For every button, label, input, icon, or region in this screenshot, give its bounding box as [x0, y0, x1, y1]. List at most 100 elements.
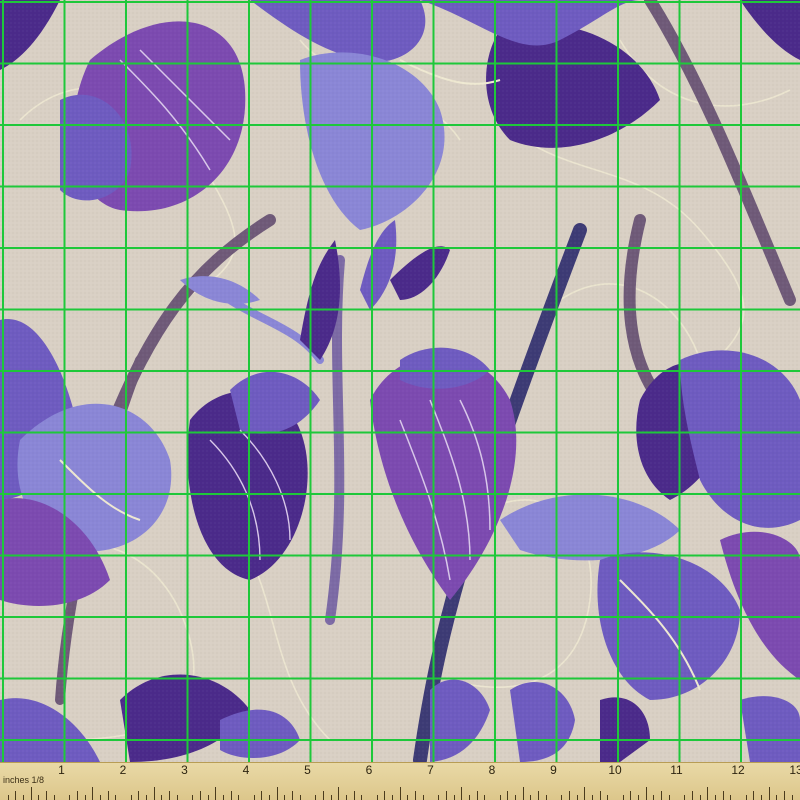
ruler-tick: [461, 787, 463, 800]
ruler-tick: [361, 795, 363, 800]
ruler-tick: [30, 787, 32, 800]
ruler-tick: [138, 791, 140, 800]
ruler-number: 2: [119, 763, 127, 777]
ruler-tick: [84, 795, 86, 800]
ruler-tick: [53, 795, 55, 800]
ruler-tick: [115, 795, 117, 800]
ruler-number: 4: [242, 763, 250, 777]
ruler-tick: [499, 795, 501, 800]
ruler-tick: [276, 787, 278, 800]
ruler-tick: [622, 795, 624, 800]
ruler-tick: [292, 791, 294, 800]
ruler-tick: [468, 795, 470, 800]
ruler-tick: [484, 795, 486, 800]
ruler-number: 13: [789, 763, 800, 777]
ruler-tick: [176, 795, 178, 800]
ruler-tick: [222, 795, 224, 800]
ruler-tick: [684, 795, 686, 800]
ruler-tick: [599, 791, 601, 800]
ruler-tick: [584, 787, 586, 800]
ruler-tick: [507, 791, 509, 800]
ruler-tick: [38, 795, 40, 800]
fabric-swatch-viewer: inches 1/8 1 2 3 4 5 6 7 8 9 10 11 12 13: [0, 0, 800, 800]
ruler-tick: [376, 795, 378, 800]
ruler-tick: [768, 787, 770, 800]
ruler-tick: [561, 795, 563, 800]
ruler-tick: [591, 795, 593, 800]
ruler-tick: [345, 795, 347, 800]
ruler-tick: [192, 795, 194, 800]
ruler-tick: [199, 791, 201, 800]
ruler-tick: [130, 795, 132, 800]
ruler-tick: [776, 795, 778, 800]
ruler-tick: [107, 791, 109, 800]
ruler-tick: [784, 791, 786, 800]
ruler-tick: [299, 795, 301, 800]
ruler-tick: [207, 795, 209, 800]
ruler-tick: [530, 795, 532, 800]
ruler-tick: [661, 791, 663, 800]
ruler-tick: [284, 795, 286, 800]
ruler-number: 7: [427, 763, 434, 777]
ruler-tick: [576, 795, 578, 800]
ruler-number: 5: [304, 763, 311, 777]
ruler-tick: [653, 795, 655, 800]
ruler-tick: [153, 787, 155, 800]
ruler-tick: [791, 795, 793, 800]
ruler-unit-label: inches 1/8: [3, 775, 45, 785]
ruler-tick: [515, 795, 517, 800]
ruler-tick: [46, 791, 48, 800]
ruler-tick: [476, 791, 478, 800]
ruler-tick: [422, 795, 424, 800]
ruler-number: 10: [608, 763, 622, 777]
ruler-tick: [638, 795, 640, 800]
ruler-tick: [7, 795, 9, 800]
ruler-tick: [407, 795, 409, 800]
ruler-tick: [161, 795, 163, 800]
ruler-tick: [745, 795, 747, 800]
ruler-tick: [607, 795, 609, 800]
ruler-tick: [384, 791, 386, 800]
ruler-tick: [315, 795, 317, 800]
ruler-tick: [522, 787, 524, 800]
ruler-number: 9: [550, 763, 557, 777]
ruler-tick: [545, 795, 547, 800]
ruler-tick: [630, 791, 632, 800]
ruler-tick: [330, 795, 332, 800]
ruler-tick: [399, 787, 401, 800]
ruler-tick: [76, 791, 78, 800]
ruler-tick: [714, 795, 716, 800]
inch-ruler: inches 1/8 1 2 3 4 5 6 7 8 9 10 11 12 13: [0, 762, 800, 800]
ruler-tick: [353, 791, 355, 800]
ruler-tick: [146, 795, 148, 800]
ruler-number: 3: [181, 763, 188, 777]
ruler-tick: [722, 791, 724, 800]
ruler-tick: [761, 795, 763, 800]
ruler-tick: [238, 795, 240, 800]
ruler-tick: [69, 795, 71, 800]
ruler-tick: [453, 795, 455, 800]
ruler-tick: [707, 787, 709, 800]
ruler-tick: [230, 791, 232, 800]
ruler-tick: [668, 795, 670, 800]
ruler-tick: [338, 787, 340, 800]
ruler-tick: [253, 795, 255, 800]
ruler-tick: [438, 795, 440, 800]
ruler-tick: [392, 795, 394, 800]
iris-fabric-pattern: [0, 0, 800, 762]
ruler-tick: [568, 791, 570, 800]
ruler-tick: [753, 791, 755, 800]
ruler-number: 11: [670, 763, 683, 777]
ruler-tick: [261, 791, 263, 800]
ruler-tick: [269, 795, 271, 800]
ruler-number: 8: [488, 763, 496, 777]
ruler-tick: [99, 795, 101, 800]
ruler-tick: [15, 791, 17, 800]
ruler-tick: [699, 795, 701, 800]
ruler-tick: [92, 787, 94, 800]
ruler-tick: [415, 791, 417, 800]
ruler-tick: [538, 791, 540, 800]
ruler-tick: [445, 791, 447, 800]
ruler-tick: [169, 791, 171, 800]
ruler-tick: [23, 795, 25, 800]
